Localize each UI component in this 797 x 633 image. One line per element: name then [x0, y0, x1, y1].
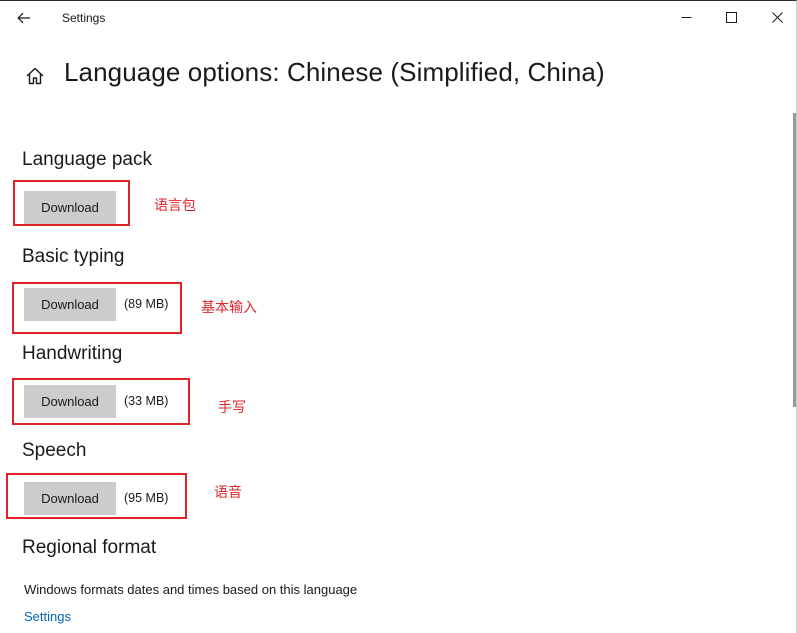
- section-heading-handwriting: Handwriting: [22, 343, 123, 364]
- annotation-handwriting: 手写: [218, 400, 246, 416]
- page-title: Language options: Chinese (Simplified, C…: [64, 57, 605, 87]
- maximize-button[interactable]: [708, 1, 754, 33]
- minimize-icon: [681, 16, 691, 18]
- title-bar: Settings: [0, 1, 796, 35]
- close-icon: [771, 11, 783, 23]
- back-button[interactable]: [10, 5, 38, 31]
- section-heading-speech: Speech: [22, 440, 87, 461]
- annotation-basic-typing: 基本输入: [201, 300, 257, 316]
- annotation-language-pack: 语言包: [154, 198, 196, 214]
- window-title: Settings: [62, 11, 106, 25]
- minimize-button[interactable]: [663, 1, 709, 33]
- back-arrow-icon: [17, 12, 30, 24]
- download-handwriting-button[interactable]: Download: [24, 385, 116, 418]
- section-heading-language-pack: Language pack: [22, 149, 152, 170]
- regional-settings-link[interactable]: Settings: [24, 609, 71, 624]
- regional-format-description: Windows formats dates and times based on…: [24, 582, 358, 597]
- close-button[interactable]: [754, 1, 797, 33]
- annotation-speech: 语音: [214, 485, 242, 501]
- size-speech: (95 MB): [124, 491, 169, 505]
- size-handwriting: (33 MB): [124, 394, 169, 408]
- settings-window: Settings Language options: Chinese (Simp…: [0, 0, 797, 633]
- download-language-pack-button[interactable]: Download: [24, 191, 116, 224]
- maximize-icon: [725, 11, 737, 23]
- download-basic-typing-button[interactable]: Download: [24, 288, 116, 321]
- size-basic-typing: (89 MB): [124, 297, 169, 311]
- section-heading-basic-typing: Basic typing: [22, 246, 125, 267]
- download-speech-button[interactable]: Download: [24, 482, 116, 515]
- section-heading-regional-format: Regional format: [22, 537, 157, 558]
- home-button[interactable]: [24, 65, 46, 87]
- home-icon: [26, 67, 44, 85]
- vertical-scrollbar[interactable]: [793, 113, 796, 407]
